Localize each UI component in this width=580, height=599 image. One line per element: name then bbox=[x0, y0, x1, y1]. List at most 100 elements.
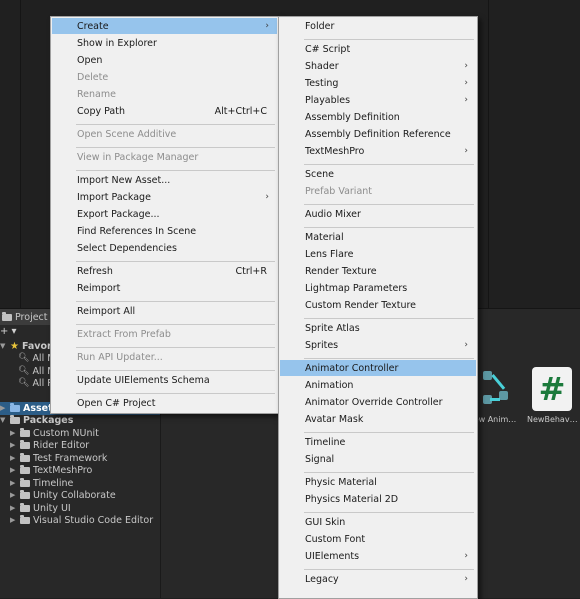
tree-item-label: Test Framework bbox=[33, 452, 108, 464]
menu-item-show-in-explorer[interactable]: Show in Explorer bbox=[52, 35, 277, 51]
folder-icon bbox=[10, 414, 20, 424]
submenu-item-physics-material-2d[interactable]: Physics Material 2D bbox=[280, 491, 476, 507]
menu-item-reimport[interactable]: Reimport bbox=[52, 280, 277, 296]
asset-csharp-script[interactable]: # NewBehav… bbox=[527, 367, 578, 424]
menu-item-label: Legacy bbox=[305, 573, 339, 585]
menu-item-open[interactable]: Open bbox=[52, 52, 277, 68]
folder-icon bbox=[10, 402, 20, 412]
menu-item-label: Lightmap Parameters bbox=[305, 282, 408, 294]
expand-arrow-icon[interactable]: ▶ bbox=[10, 466, 17, 474]
submenu-item-animator-controller[interactable]: Animator Controller bbox=[280, 360, 476, 376]
tree-item-package[interactable]: ▶ TextMeshPro bbox=[10, 464, 92, 477]
submenu-item-testing[interactable]: Testing › bbox=[280, 75, 476, 91]
tree-item-package[interactable]: ▶ Test Framework bbox=[10, 452, 107, 465]
menu-item-label: Material bbox=[305, 231, 344, 243]
tree-item-package[interactable]: ▶ Custom NUnit bbox=[10, 427, 99, 440]
submenu-item-custom-font[interactable]: Custom Font bbox=[280, 531, 476, 547]
tree-item-label: Custom NUnit bbox=[33, 427, 99, 439]
expand-arrow-icon[interactable]: ▶ bbox=[10, 441, 17, 449]
submenu-item-custom-render-texture[interactable]: Custom Render Texture bbox=[280, 297, 476, 313]
submenu-item-assembly-definition-reference[interactable]: Assembly Definition Reference bbox=[280, 126, 476, 142]
submenu-item-scene[interactable]: Scene bbox=[280, 166, 476, 182]
menu-item-reimport-all[interactable]: Reimport All bbox=[52, 303, 277, 319]
folder-icon bbox=[20, 427, 30, 437]
expand-arrow-icon[interactable]: ▼ bbox=[0, 342, 7, 350]
menu-separator bbox=[76, 124, 275, 125]
submenu-item-material[interactable]: Material bbox=[280, 229, 476, 245]
expand-arrow-icon[interactable]: ▶ bbox=[10, 479, 17, 487]
chevron-right-icon: › bbox=[464, 551, 468, 561]
menu-item-label: Audio Mixer bbox=[305, 208, 361, 220]
submenu-item-uielements[interactable]: UIElements › bbox=[280, 548, 476, 564]
menu-item-select-dependencies[interactable]: Select Dependencies bbox=[52, 240, 277, 256]
menu-item-import-new-asset[interactable]: Import New Asset... bbox=[52, 172, 277, 188]
submenu-item-lens-flare[interactable]: Lens Flare bbox=[280, 246, 476, 262]
submenu-item-legacy[interactable]: Legacy › bbox=[280, 571, 476, 587]
submenu-item-animation[interactable]: Animation bbox=[280, 377, 476, 393]
expand-arrow-icon[interactable]: ▶ bbox=[10, 504, 17, 512]
submenu-item-shader[interactable]: Shader › bbox=[280, 58, 476, 74]
submenu-item-signal[interactable]: Signal bbox=[280, 451, 476, 467]
project-tab[interactable]: Project bbox=[0, 309, 54, 325]
expand-arrow-icon[interactable]: ▼ bbox=[0, 416, 7, 424]
tree-item-package[interactable]: ▶ Visual Studio Code Editor bbox=[10, 514, 153, 527]
folder-icon bbox=[20, 514, 30, 524]
submenu-item-csharp-script[interactable]: C# Script bbox=[280, 41, 476, 57]
expand-arrow-icon[interactable]: ▶ bbox=[10, 491, 17, 499]
menu-item-label: Animation bbox=[305, 379, 354, 391]
chevron-right-icon: › bbox=[464, 146, 468, 156]
tree-item-favorite[interactable]: 🔍︎ All P bbox=[18, 377, 53, 390]
menu-item-update-uielements-schema[interactable]: Update UIElements Schema bbox=[52, 372, 277, 388]
tree-item-package[interactable]: ▶ Rider Editor bbox=[10, 439, 89, 452]
tree-item-label: Asset bbox=[23, 402, 53, 414]
menu-item-find-references[interactable]: Find References In Scene bbox=[52, 223, 277, 239]
menu-item-open-csharp-project[interactable]: Open C# Project bbox=[52, 395, 277, 411]
expand-arrow-icon[interactable]: ▶ bbox=[0, 404, 7, 412]
tree-item-assets[interactable]: ▶ Asset bbox=[0, 402, 53, 415]
submenu-item-render-texture[interactable]: Render Texture bbox=[280, 263, 476, 279]
menu-item-label: Physic Material bbox=[305, 476, 377, 488]
tree-item-packages[interactable]: ▼ Packages bbox=[0, 414, 73, 427]
menu-item-export-package[interactable]: Export Package... bbox=[52, 206, 277, 222]
create-submenu: Folder C# Script Shader › Testing › Playab… bbox=[278, 16, 478, 599]
submenu-item-audio-mixer[interactable]: Audio Mixer bbox=[280, 206, 476, 222]
menu-item-label: Reimport bbox=[77, 282, 121, 294]
tree-item-package[interactable]: ▶ Timeline bbox=[10, 477, 73, 490]
submenu-item-folder[interactable]: Folder bbox=[280, 18, 476, 34]
menu-item-label: Run API Updater... bbox=[77, 351, 163, 363]
menu-item-create[interactable]: Create › bbox=[52, 18, 277, 34]
menu-item-label: Select Dependencies bbox=[77, 242, 177, 254]
menu-item-import-package[interactable]: Import Package › bbox=[52, 189, 277, 205]
tree-item-package[interactable]: ▶ Unity Collaborate bbox=[10, 489, 116, 502]
submenu-item-avatar-mask[interactable]: Avatar Mask bbox=[280, 411, 476, 427]
search-icon: 🔍︎ bbox=[18, 353, 30, 364]
submenu-item-timeline[interactable]: Timeline bbox=[280, 434, 476, 450]
menu-separator bbox=[76, 324, 275, 325]
menu-item-label: Signal bbox=[305, 453, 335, 465]
menu-item-shortcut: Alt+Ctrl+C bbox=[214, 105, 267, 117]
tree-item-package[interactable]: ▶ Unity UI bbox=[10, 502, 71, 515]
submenu-item-assembly-definition[interactable]: Assembly Definition bbox=[280, 109, 476, 125]
folder-icon bbox=[20, 477, 30, 487]
menu-item-copy-path[interactable]: Copy Path Alt+Ctrl+C bbox=[52, 103, 277, 119]
menu-item-label: Scene bbox=[305, 168, 334, 180]
submenu-item-sprites[interactable]: Sprites › bbox=[280, 337, 476, 353]
folder-icon bbox=[20, 452, 30, 462]
add-button[interactable]: + ▾ bbox=[0, 326, 17, 337]
menu-item-refresh[interactable]: Refresh Ctrl+R bbox=[52, 263, 277, 279]
submenu-item-physic-material[interactable]: Physic Material bbox=[280, 474, 476, 490]
submenu-item-animator-override-controller[interactable]: Animator Override Controller bbox=[280, 394, 476, 410]
panel-divider bbox=[20, 0, 21, 310]
menu-item-label: Sprite Atlas bbox=[305, 322, 360, 334]
submenu-item-lightmap-parameters[interactable]: Lightmap Parameters bbox=[280, 280, 476, 296]
submenu-item-gui-skin[interactable]: GUI Skin bbox=[280, 514, 476, 530]
submenu-item-playables[interactable]: Playables › bbox=[280, 92, 476, 108]
tree-item-favorites[interactable]: ▼ ★ Favori bbox=[0, 340, 55, 353]
menu-item-label: View in Package Manager bbox=[77, 151, 199, 163]
submenu-item-sprite-atlas[interactable]: Sprite Atlas bbox=[280, 320, 476, 336]
menu-item-label: UIElements bbox=[305, 550, 360, 562]
expand-arrow-icon[interactable]: ▶ bbox=[10, 516, 17, 524]
expand-arrow-icon[interactable]: ▶ bbox=[10, 454, 17, 462]
expand-arrow-icon[interactable]: ▶ bbox=[10, 429, 17, 437]
submenu-item-textmeshpro[interactable]: TextMeshPro › bbox=[280, 143, 476, 159]
